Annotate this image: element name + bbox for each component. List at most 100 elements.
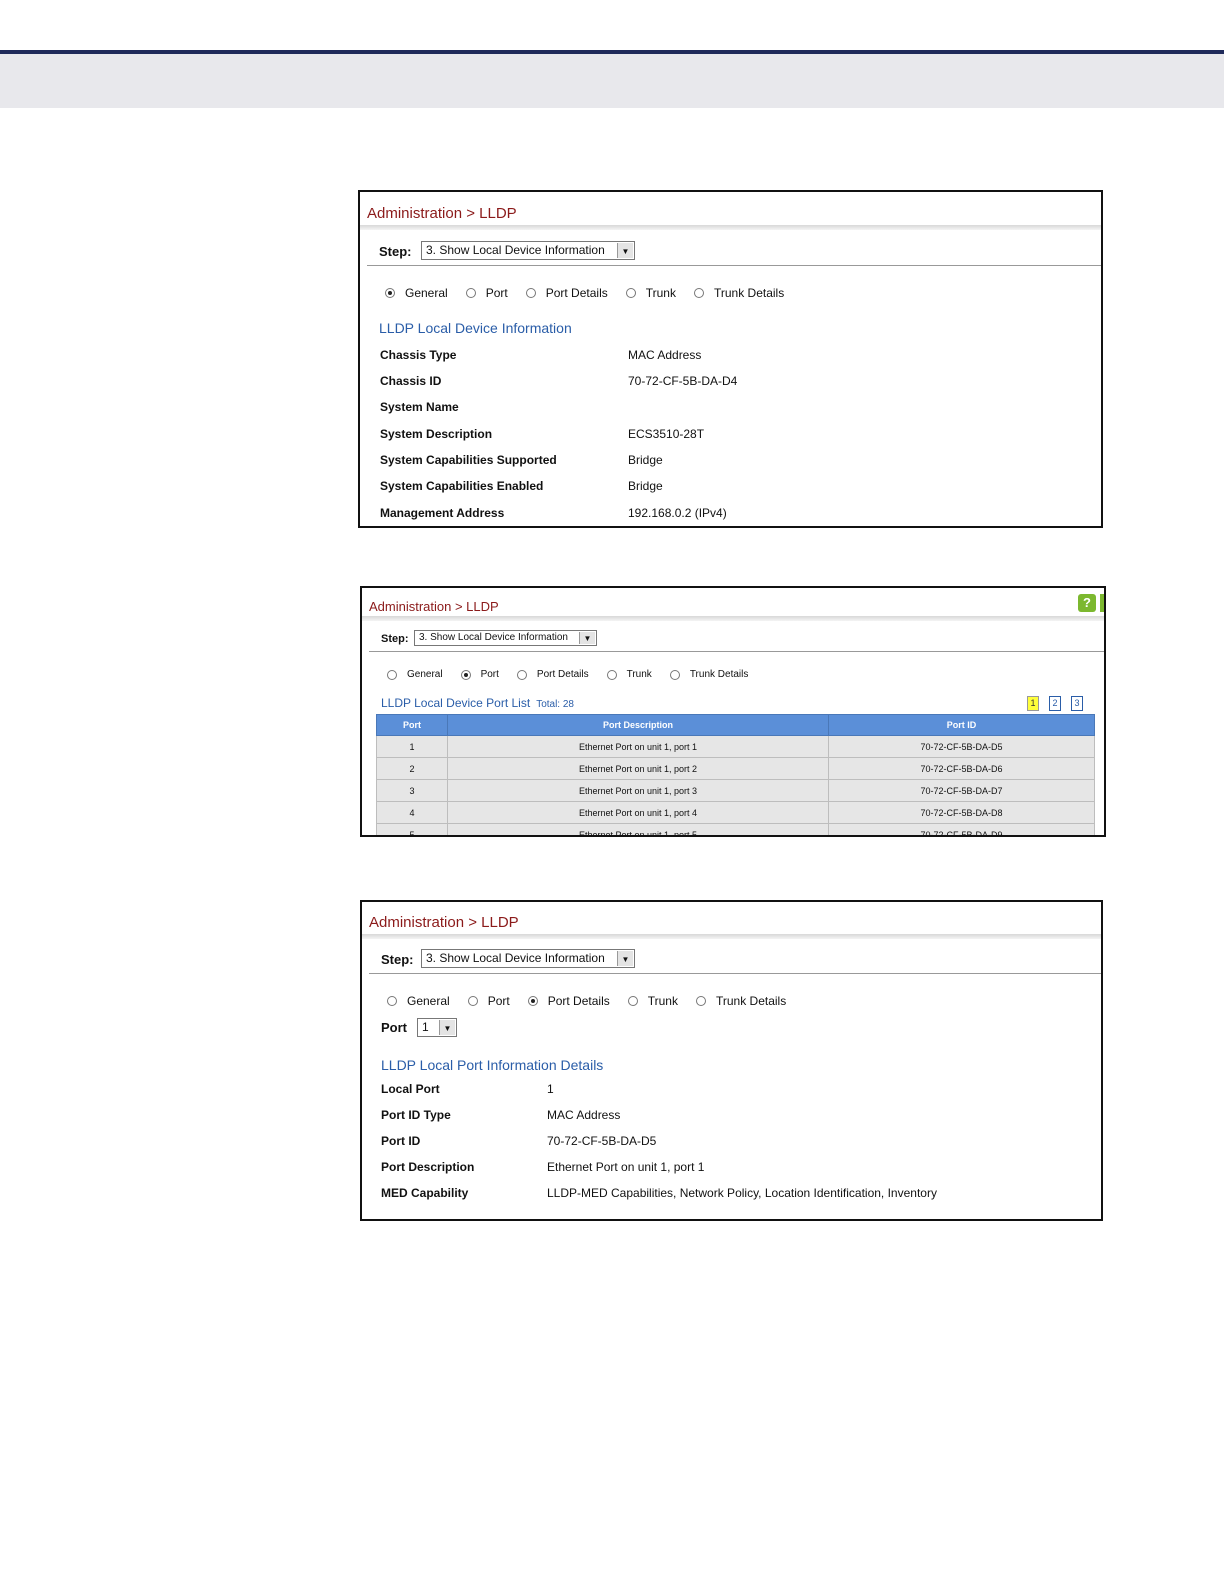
radio-unchecked-icon[interactable] [625, 288, 636, 298]
cell-port: 2 [376, 757, 448, 780]
panel-title: Administration > LLDP [367, 205, 517, 222]
radio-port-details[interactable]: Port Details [516, 669, 589, 680]
radio-port[interactable]: Port [467, 994, 510, 1008]
radio-trunk-details[interactable]: Trunk Details [669, 669, 749, 680]
view-radio-group: General Port Port Details Trunk Trunk De… [387, 994, 804, 1008]
radio-port[interactable]: Port [465, 286, 508, 300]
radio-label: Port Details [545, 286, 608, 300]
radio-general[interactable]: General [387, 994, 450, 1008]
cell-description: Ethernet Port on unit 1, port 4 [447, 801, 829, 824]
radio-trunk[interactable]: Trunk [625, 286, 676, 300]
field-key: Local Port [381, 1082, 440, 1096]
radio-unchecked-icon[interactable] [606, 669, 617, 680]
field-key: System Capabilities Supported [380, 453, 557, 467]
table-row: 1 Ethernet Port on unit 1, port 1 70-72-CF… [376, 735, 1095, 758]
pagination: 1 2 3 [1017, 696, 1083, 711]
radio-unchecked-icon[interactable] [695, 996, 706, 1006]
radio-trunk[interactable]: Trunk [627, 994, 678, 1008]
radio-unchecked-icon[interactable] [525, 288, 536, 298]
cell-description: Ethernet Port on unit 1, port 5 [447, 823, 829, 835]
separator [369, 651, 1104, 652]
lldp-general-panel: Administration > LLDP Step: 3. Show Loca… [358, 190, 1103, 528]
radio-unchecked-icon[interactable] [465, 288, 476, 298]
radio-unchecked-icon[interactable] [627, 996, 638, 1006]
radio-trunk[interactable]: Trunk [606, 669, 652, 680]
cell-port-id: 70-72-CF-5B-DA-D5 [828, 735, 1095, 758]
radio-label: General [407, 669, 443, 680]
page-1[interactable]: 1 [1027, 696, 1039, 711]
cell-port-id: 70-72-CF-5B-DA-D8 [828, 801, 1095, 824]
step-select-value: 3. Show Local Device Information [419, 632, 568, 643]
radio-label: Trunk [626, 669, 652, 680]
field-key: Port ID [381, 1134, 421, 1148]
cell-port: 5 [376, 823, 448, 835]
separator [369, 973, 1101, 974]
radio-port-details[interactable]: Port Details [525, 286, 608, 300]
radio-unchecked-icon[interactable] [387, 669, 397, 680]
radio-trunk-details[interactable]: Trunk Details [693, 286, 784, 300]
cell-port-id: 70-72-CF-5B-DA-D6 [828, 757, 1095, 780]
step-select[interactable]: 3. Show Local Device Information ▼ [421, 949, 635, 968]
header-band [0, 54, 1224, 108]
section-title: LLDP Local Device Information [379, 320, 572, 336]
port-select-value: 1 [422, 1020, 429, 1034]
title-rule [360, 225, 1101, 230]
chevron-down-icon[interactable]: ▼ [439, 1020, 455, 1035]
page-2[interactable]: 2 [1049, 696, 1061, 711]
radio-unchecked-icon[interactable] [669, 669, 680, 680]
radio-trunk-details[interactable]: Trunk Details [695, 994, 787, 1008]
chevron-down-icon[interactable]: ▼ [617, 243, 633, 258]
lldp-port-panel: Administration > LLDP ? Step: 3. Show Lo… [360, 586, 1106, 837]
table-row: 3 Ethernet Port on unit 1, port 3 70-72-CF… [376, 779, 1095, 802]
column-header-description[interactable]: Port Description [447, 714, 829, 736]
field-key: Chassis Type [380, 348, 457, 362]
radio-unchecked-icon[interactable] [387, 996, 397, 1006]
radio-port[interactable]: Port [460, 669, 499, 680]
panel-title: Administration > LLDP [369, 599, 499, 614]
chevron-down-icon[interactable]: ▼ [579, 632, 595, 644]
radio-checked-icon[interactable] [460, 669, 471, 680]
radio-unchecked-icon[interactable] [467, 996, 478, 1006]
cell-port: 4 [376, 801, 448, 824]
radio-checked-icon[interactable] [527, 996, 538, 1006]
step-label: Step: [381, 633, 409, 645]
radio-general[interactable]: General [387, 669, 443, 680]
radio-label: Port [485, 286, 508, 300]
lldp-port-details-panel: Administration > LLDP Step: 3. Show Loca… [360, 900, 1103, 1221]
radio-label: General [407, 994, 450, 1008]
field-value: Bridge [628, 479, 663, 493]
field-value: MAC Address [547, 1108, 621, 1122]
radio-unchecked-icon[interactable] [693, 288, 704, 298]
step-select[interactable]: 3. Show Local Device Information ▼ [414, 630, 597, 646]
field-value: MAC Address [628, 348, 702, 362]
radio-label: Trunk Details [715, 994, 787, 1008]
step-label: Step: [381, 952, 414, 967]
port-select[interactable]: 1 ▼ [417, 1018, 457, 1037]
field-key: System Description [380, 427, 493, 441]
radio-label: Trunk Details [689, 669, 749, 680]
chevron-down-icon[interactable]: ▼ [617, 951, 633, 966]
step-select[interactable]: 3. Show Local Device Information ▼ [421, 241, 635, 260]
radio-checked-icon[interactable] [385, 288, 395, 298]
page-3[interactable]: 3 [1071, 696, 1083, 711]
radio-label: Trunk [645, 286, 676, 300]
radio-port-details[interactable]: Port Details [527, 994, 610, 1008]
radio-unchecked-icon[interactable] [516, 669, 527, 680]
column-header-port-id[interactable]: Port ID [828, 714, 1095, 736]
cell-port: 1 [376, 735, 448, 758]
field-value: ECS3510-28T [628, 427, 705, 441]
field-key: Port Description [381, 1160, 475, 1174]
radio-general[interactable]: General [385, 286, 448, 300]
field-key: MED Capability [381, 1186, 469, 1200]
help-icon[interactable]: ? [1078, 594, 1096, 612]
view-radio-group: General Port Port Details Trunk Trunk De… [385, 286, 802, 300]
help-edge [1100, 594, 1104, 612]
section-title-text: LLDP Local Device Port List [381, 696, 531, 710]
field-key: Chassis ID [380, 374, 442, 388]
cell-description: Ethernet Port on unit 1, port 3 [447, 779, 829, 802]
step-select-value: 3. Show Local Device Information [426, 243, 605, 257]
step-label: Step: [379, 244, 412, 259]
table-row: 5 Ethernet Port on unit 1, port 5 70-72-CF… [376, 823, 1095, 835]
title-rule [362, 934, 1101, 939]
column-header-port[interactable]: Port [376, 714, 448, 736]
